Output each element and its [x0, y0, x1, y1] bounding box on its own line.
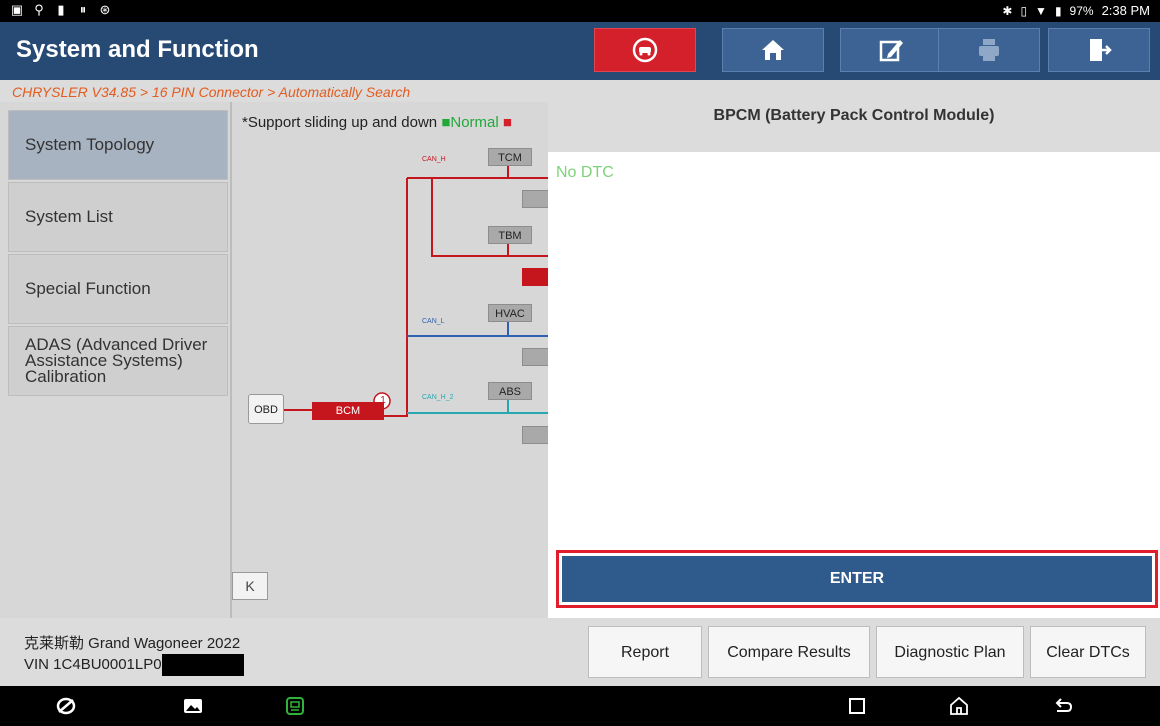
module-unlabeled-1[interactable] — [522, 190, 548, 208]
diagnostic-plan-button[interactable]: Diagnostic Plan — [876, 626, 1024, 678]
enter-button[interactable]: ENTER — [562, 556, 1152, 602]
bluetooth-icon: ✱ — [1002, 3, 1013, 18]
bcm-badge: 1 — [380, 395, 386, 406]
recents-icon[interactable] — [846, 695, 868, 717]
module-hvac[interactable]: HVAC — [488, 304, 532, 322]
sidebar-item-special-function[interactable]: Special Function — [8, 254, 228, 324]
topology-wires — [284, 166, 548, 417]
module-unlabeled-3[interactable] — [522, 426, 548, 444]
module-fault-1[interactable] — [522, 268, 548, 286]
left-panel: System Topology System List Special Func… — [0, 102, 548, 618]
status-bar: ▣ ⚲ ▮ ⏸ ⊛ ✱ ▯ ▼ ▮ 97% 2:38 PM — [0, 0, 1160, 22]
exit-icon — [1090, 39, 1112, 61]
can-l-label: CAN_L — [422, 318, 445, 325]
enter-highlight: ENTER — [556, 550, 1158, 608]
vin-redaction — [161, 654, 244, 676]
legend-fault: ■ — [502, 114, 512, 131]
android-nav-bar — [0, 686, 1160, 726]
module-title: BPCM (Battery Pack Control Module) — [548, 80, 1160, 152]
module-tbm[interactable]: TBM — [488, 226, 532, 244]
legend-normal: ■Normal — [441, 114, 499, 131]
module-bcm[interactable]: BCM — [312, 402, 384, 420]
vehicle-icon — [632, 37, 658, 63]
print-icon — [979, 39, 999, 61]
status-right: ✱ ▯ ▼ ▮ 97% 2:38 PM — [1002, 3, 1150, 18]
home-nav-icon[interactable] — [948, 695, 970, 717]
vibrate-icon: ▯ — [1020, 3, 1028, 18]
report-button[interactable]: Report — [588, 626, 702, 678]
dtc-status: No DTC — [556, 164, 614, 181]
file-icon: ▮ — [57, 2, 65, 17]
title-bar: System and Function — [0, 22, 1160, 80]
module-detail-panel: BPCM (Battery Pack Control Module) No DT… — [548, 80, 1160, 618]
vehicle-button[interactable] — [594, 28, 696, 72]
topology-note: *Support sliding up and down ■Normal ■ — [242, 114, 512, 131]
battery-icon: ▮ — [1054, 3, 1062, 18]
sidebar: System Topology System List Special Func… — [8, 110, 228, 398]
can-h2-label: CAN_H_2 — [422, 394, 454, 401]
topology-diagram[interactable]: CAN_H CAN_L CAN_H_2 TCM TBM HVAC ABS OBD… — [232, 102, 548, 618]
gallery-icon[interactable] — [182, 695, 204, 717]
vehicle-name: 克莱斯勒 Grand Wagoneer 2022 — [24, 635, 241, 652]
image-notification-icon: ▣ — [10, 2, 24, 17]
collapse-panel-button[interactable]: K — [232, 572, 268, 600]
edit-icon — [879, 40, 903, 62]
clock: 2:38 PM — [1101, 3, 1150, 18]
compare-results-button[interactable]: Compare Results — [708, 626, 870, 678]
pause-icon: ⏸ — [79, 2, 87, 17]
clear-dtcs-button[interactable]: Clear DTCs — [1030, 626, 1146, 678]
module-tcm[interactable]: TCM — [488, 148, 532, 166]
module-unlabeled-2[interactable] — [522, 348, 548, 366]
sidebar-item-adas-calibration[interactable]: ADAS (Advanced Driver Assistance Systems… — [8, 326, 228, 396]
home-icon — [762, 40, 784, 60]
back-icon[interactable] — [1052, 695, 1074, 717]
sidebar-item-system-list[interactable]: System List — [8, 182, 228, 252]
home-button[interactable] — [722, 28, 824, 72]
edit-button[interactable] — [840, 28, 942, 72]
status-icons: ▣ ⚲ ▮ ⏸ ⊛ — [10, 3, 112, 17]
module-obd[interactable]: OBD — [248, 394, 284, 424]
sidebar-item-system-topology[interactable]: System Topology — [8, 110, 228, 180]
can-h-label: CAN_H — [422, 156, 446, 163]
usb-icon: ⚲ — [34, 2, 44, 17]
module-abs[interactable]: ABS — [488, 382, 532, 400]
page-title: System and Function — [16, 36, 259, 63]
browser-icon[interactable] — [55, 695, 77, 717]
battery-level: 97% — [1069, 3, 1094, 18]
vin-row: VIN 1C4BU0001LP0 — [24, 654, 244, 676]
sync-icon: ⊛ — [99, 2, 111, 17]
print-button[interactable] — [938, 28, 1040, 72]
exit-button[interactable] — [1048, 28, 1150, 72]
wifi-icon: ▼ — [1035, 3, 1047, 18]
bottom-bar: 克莱斯勒 Grand Wagoneer 2022 VIN 1C4BU0001LP… — [0, 618, 1160, 686]
vci-icon[interactable] — [284, 695, 306, 717]
breadcrumb: CHRYSLER V34.85 > 16 PIN Connector > Aut… — [0, 80, 548, 102]
vin-text: VIN 1C4BU0001LP0 — [24, 655, 162, 673]
